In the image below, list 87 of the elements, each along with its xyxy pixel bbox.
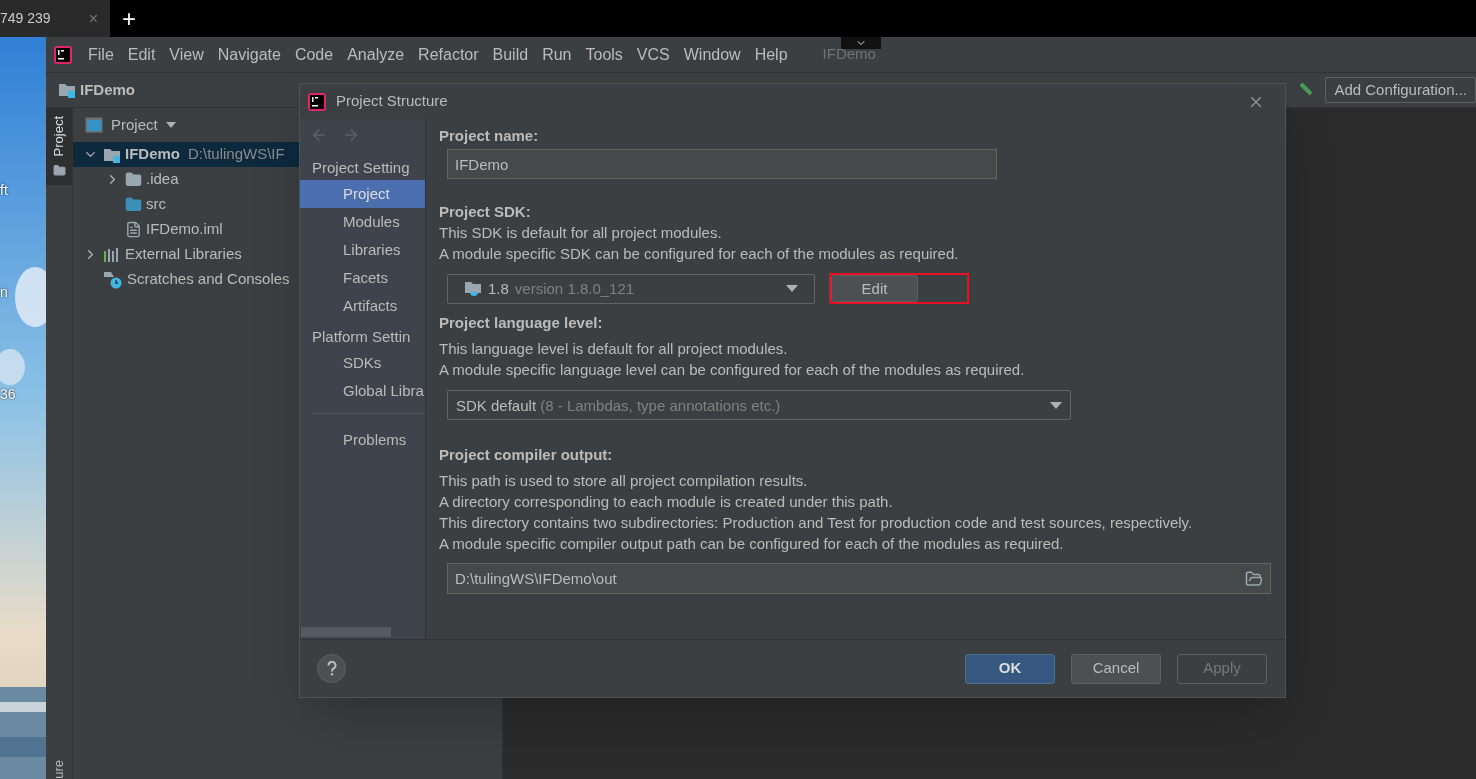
dropdown-arrow-icon[interactable]: [165, 122, 176, 128]
module-folder-icon: [103, 146, 121, 163]
scratches-icon: [103, 270, 123, 289]
language-level-detail: (8 - Lambdas, type annotations etc.): [540, 396, 781, 414]
tool-window-tab[interactable]: ure: [46, 760, 72, 779]
sidebar-item[interactable]: Facets: [300, 264, 425, 292]
language-level-value: SDK default: [456, 396, 537, 414]
description-text: This SDK is default for all project modules.: [439, 223, 723, 243]
menu-item[interactable]: File: [88, 42, 114, 67]
menu-item[interactable]: VCS: [636, 42, 670, 67]
field-label: Project SDK:: [439, 202, 532, 222]
project-breadcrumb[interactable]: IFDemo: [80, 78, 135, 102]
tool-window-tab[interactable]: Project: [46, 108, 72, 186]
tree-item-label: src: [146, 194, 166, 215]
language-level-dropdown[interactable]: SDK default (8 - Lambdas, type annotations etc.): [447, 390, 1071, 420]
sdk-value: 1.8: [488, 279, 509, 299]
dropdown-arrow-icon: [786, 285, 798, 292]
description-text: A module specific language level can be configured for each of the modules as required.: [439, 360, 1026, 380]
jdk-folder-icon: [464, 280, 482, 297]
folder-icon: [125, 196, 142, 213]
menu-item[interactable]: Refactor: [418, 42, 479, 67]
tree-item-label: IFDemo.iml: [146, 219, 223, 240]
sidebar-section-header: Platform Settin: [311, 326, 412, 347]
desktop-icon-label: n: [0, 283, 8, 302]
desktop-icon-label: ft: [0, 181, 8, 200]
sidebar-item[interactable]: Modules: [300, 208, 425, 236]
description-text: A module specific SDK can be configured for each of the modules as required.: [439, 244, 960, 264]
module-folder-icon: [58, 82, 76, 98]
description-text: This path is used to store all project compilation results.: [439, 471, 809, 491]
new-tab-button[interactable]: +: [122, 0, 136, 37]
menu-item[interactable]: Help: [754, 42, 788, 67]
dialog-button[interactable]: Cancel: [1071, 653, 1161, 684]
menu-item[interactable]: Run: [542, 42, 572, 67]
tree-item-label: External Libraries: [125, 244, 242, 265]
menu-item[interactable]: Edit: [127, 42, 156, 67]
browse-folder-icon[interactable]: [1245, 569, 1263, 588]
sidebar-item[interactable]: Libraries: [300, 236, 425, 264]
dialog-button[interactable]: OK: [965, 653, 1055, 684]
dropdown-arrow-icon: [1050, 401, 1062, 409]
tree-item-label: IFDemo: [125, 144, 180, 165]
libraries-icon: [103, 246, 121, 263]
project-view-icon: [85, 117, 103, 133]
description-text: This language level is default for all project modules.: [439, 339, 789, 359]
menu-item[interactable]: View: [169, 42, 204, 67]
sidebar-item[interactable]: Project: [300, 180, 425, 208]
sidebar-item[interactable]: Artifacts: [300, 292, 425, 320]
sidebar-section-header: Project Setting: [311, 157, 411, 178]
compiler-output-field[interactable]: D:\tulingWS\IFDemo\out: [447, 563, 1271, 594]
module-path: D:\tulingWS\IF: [188, 144, 285, 165]
sidebar-item[interactable]: Global Libra: [300, 377, 425, 405]
field-label: Project language level:: [439, 313, 604, 333]
close-tab-button[interactable]: ×: [88, 6, 98, 31]
tree-item-label: Scratches and Consoles: [127, 269, 290, 290]
folder-icon: [125, 171, 142, 188]
app-logo-icon: [308, 92, 326, 111]
tree-item-label: .idea: [146, 169, 179, 190]
field-label: Project compiler output:: [439, 445, 614, 465]
browser-tab[interactable]: 749 239 ×: [0, 0, 110, 37]
help-button[interactable]: [317, 654, 346, 683]
description-text: This directory contains two subdirectories: Production and Test for production code and test sources, respectively.: [439, 513, 1194, 533]
desktop-icon-label: 36: [0, 385, 16, 404]
sdk-version: version 1.8.0_121: [514, 279, 635, 299]
add-configuration-button[interactable]: Add Configuration...: [1325, 77, 1476, 103]
description-text: A module specific compiler output path can be configured for each of the modules as required.: [439, 534, 1065, 554]
project-name-field[interactable]: IFDemo: [447, 149, 997, 179]
dialog-title: Project Structure: [336, 91, 448, 112]
tab-title: 749 239: [0, 9, 51, 28]
title-dropdown-tab[interactable]: [841, 37, 881, 49]
path-value: D:\tulingWS\IFDemo\out: [455, 569, 617, 589]
hammer-icon[interactable]: [1299, 82, 1314, 98]
menu-item[interactable]: Navigate: [217, 42, 281, 67]
file-icon: [125, 221, 142, 238]
edit-button[interactable]: Edit: [831, 275, 918, 302]
sidebar-item[interactable]: Problems: [312, 426, 425, 454]
folder-icon: [52, 164, 66, 178]
help-icon: [326, 661, 337, 676]
field-label: Project name:: [439, 126, 540, 146]
panel-title[interactable]: Project: [111, 113, 158, 137]
description-text: A directory corresponding to each module is created under this path.: [439, 492, 894, 512]
menu-item[interactable]: Window: [683, 42, 741, 67]
sdk-dropdown[interactable]: 1.8 version 1.8.0_121: [447, 273, 815, 304]
sidebar-item[interactable]: SDKs: [300, 349, 425, 377]
menu-item[interactable]: Analyze: [347, 42, 405, 67]
menu-item[interactable]: Tools: [585, 42, 623, 67]
app-logo-icon: [54, 45, 72, 64]
menu-item[interactable]: Build: [492, 42, 529, 67]
menu-item[interactable]: Code: [294, 42, 334, 67]
